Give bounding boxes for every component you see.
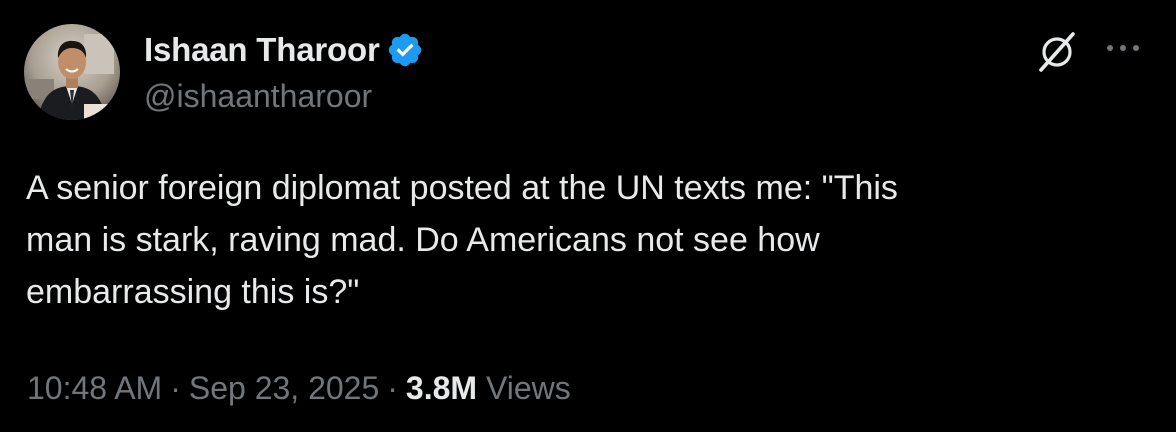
meta-separator: · xyxy=(387,370,398,406)
author-display-name[interactable]: Ishaan Tharoor xyxy=(144,28,380,72)
grok-icon[interactable] xyxy=(1034,28,1080,74)
tweet-time[interactable]: 10:48 AM xyxy=(27,370,162,406)
views-label: Views xyxy=(485,370,571,406)
avatar[interactable] xyxy=(24,24,120,120)
more-options-icon[interactable] xyxy=(1102,34,1144,62)
tweet-card: Ishaan Tharoor @ishaantharoor A senior f… xyxy=(0,0,1176,432)
profile-photo-icon xyxy=(24,24,120,120)
tweet-date[interactable]: Sep 23, 2025 xyxy=(189,370,379,406)
meta-separator: · xyxy=(170,370,181,406)
tweet-meta: 10:48 AM · Sep 23, 2025 · 3.8M Views xyxy=(27,366,571,410)
views-count[interactable]: 3.8M xyxy=(406,370,477,406)
verified-badge-icon[interactable] xyxy=(386,31,424,69)
tweet-text: A senior foreign diplomat posted at the … xyxy=(26,169,898,311)
author-handle[interactable]: @ishaantharoor xyxy=(144,76,372,116)
author-name-row: Ishaan Tharoor xyxy=(144,28,424,72)
